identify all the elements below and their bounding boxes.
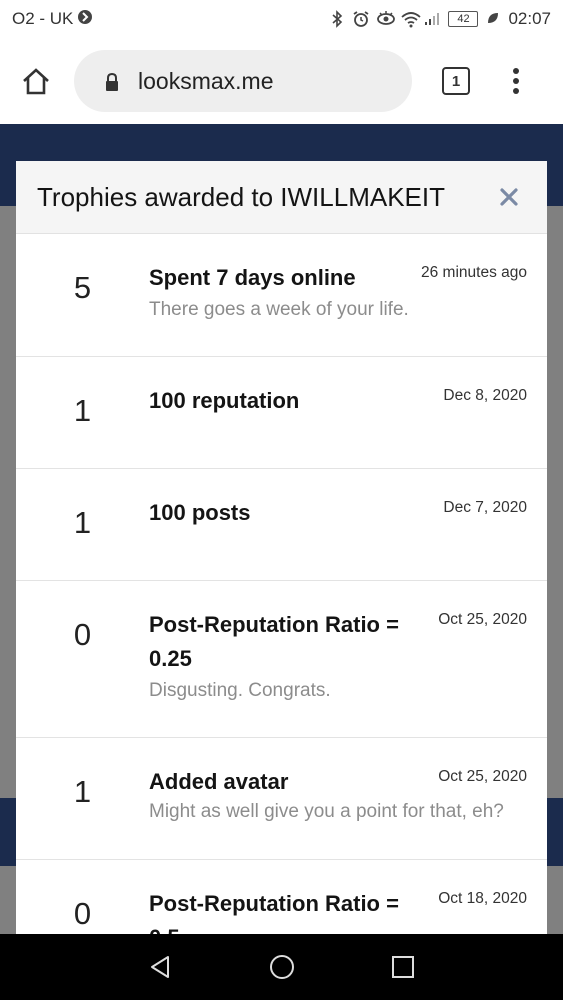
trophy-points: 1 — [73, 505, 92, 540]
bluetooth-icon — [328, 10, 346, 28]
wifi-icon — [400, 10, 422, 28]
trophy-date: Dec 8, 2020 — [443, 387, 527, 404]
trophy-description: Might as well give you a point for that,… — [149, 801, 504, 822]
trophy-title: 100 reputation — [149, 388, 300, 413]
alarm-icon — [352, 10, 370, 28]
trophy-item: 5 Spent 7 days online There goes a week … — [16, 234, 547, 357]
trophy-date: 26 minutes ago — [421, 264, 527, 281]
trophies-modal: Trophies awarded to IWILLMAKEIT 5 Spent … — [16, 161, 547, 934]
system-nav-bar — [0, 934, 563, 1000]
battery-icon: 42 — [448, 11, 479, 27]
more-vert-icon[interactable] — [506, 66, 526, 96]
trophy-item: 0 Post-Reputation Ratio = 0.25 Disgustin… — [16, 581, 547, 738]
trophy-points: 5 — [73, 270, 92, 305]
lock-icon — [104, 70, 124, 92]
trophy-points: 1 — [73, 393, 92, 428]
tab-switcher-button[interactable]: 1 — [442, 67, 470, 95]
status-bar: O2 - UK 42 02:07 — [0, 0, 563, 38]
home-circle-icon[interactable] — [262, 947, 302, 987]
trophy-item: 1 100 posts Dec 7, 2020 — [16, 469, 547, 581]
modal-title: Trophies awarded to IWILLMAKEIT — [37, 181, 445, 212]
modal-header: Trophies awarded to IWILLMAKEIT — [16, 161, 547, 234]
browser-toolbar: looksmax.me 1 — [0, 38, 563, 124]
carrier-badge-icon — [77, 9, 93, 30]
trophy-title: Added avatar — [149, 769, 289, 794]
recents-square-icon[interactable] — [383, 947, 423, 987]
trophy-date: Oct 18, 2020 — [438, 890, 527, 907]
address-bar[interactable]: looksmax.me — [74, 50, 412, 112]
trophy-item: 0 Post-Reputation Ratio = 0.5 Oct 18, 20… — [16, 860, 547, 934]
carrier-label: O2 - UK — [12, 9, 74, 28]
trophy-date: Dec 7, 2020 — [443, 499, 527, 516]
trophy-description: Disgusting. Congrats. — [149, 680, 331, 701]
eye-comfort-icon — [376, 10, 396, 28]
trophy-title: 100 posts — [149, 500, 251, 525]
signal-icon — [424, 10, 442, 28]
trophy-points: 1 — [73, 774, 92, 809]
trophy-points: 0 — [73, 896, 92, 931]
close-icon[interactable] — [497, 185, 521, 209]
trophy-title: Spent 7 days online — [149, 265, 356, 290]
charging-leaf-icon — [484, 10, 502, 28]
trophy-date: Oct 25, 2020 — [438, 611, 527, 628]
trophy-item: 1 Added avatar Might as well give you a … — [16, 738, 547, 860]
trophy-date: Oct 25, 2020 — [438, 768, 527, 785]
trophy-item: 1 100 reputation Dec 8, 2020 — [16, 357, 547, 469]
status-right: 42 02:07 — [328, 9, 551, 29]
trophy-title: Post-Reputation Ratio = 0.25 — [149, 612, 399, 671]
trophy-points: 0 — [73, 617, 92, 652]
home-icon — [23, 68, 49, 95]
clock-time: 02:07 — [508, 9, 551, 28]
back-triangle-icon[interactable] — [141, 947, 181, 987]
trophy-title: Post-Reputation Ratio = 0.5 — [149, 891, 399, 934]
url-text: looksmax.me — [138, 67, 274, 94]
trophy-description: There goes a week of your life. — [149, 299, 409, 320]
home-button[interactable] — [16, 61, 56, 101]
status-left: O2 - UK — [12, 9, 93, 30]
